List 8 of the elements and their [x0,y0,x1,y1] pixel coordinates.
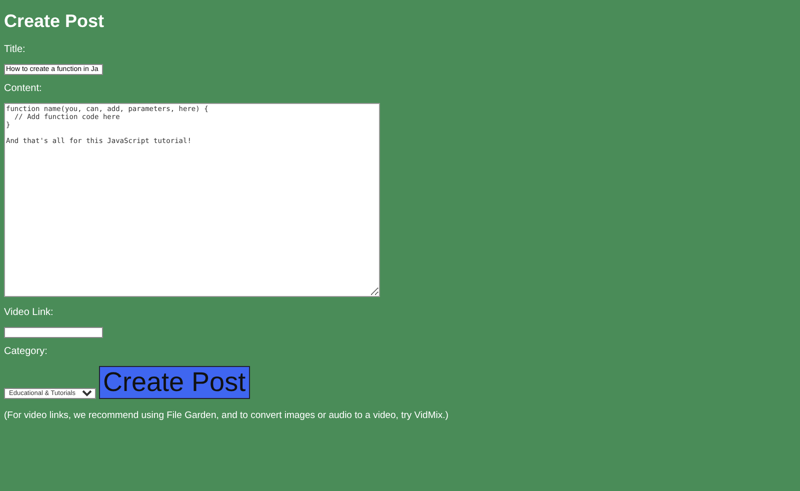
video-links-note: (For video links, we recommend using File Garden, and to convert images or audio to a video, try VidMix.) [4,410,448,421]
video-link-label: Video Link: [4,307,54,318]
page-heading: Create Post [4,11,104,32]
video-link-input[interactable] [4,327,103,338]
category-label: Category: [4,346,48,357]
content-label: Content: [4,83,42,94]
create-post-button[interactable]: Create Post [99,366,250,399]
title-label: Title: [4,44,26,55]
